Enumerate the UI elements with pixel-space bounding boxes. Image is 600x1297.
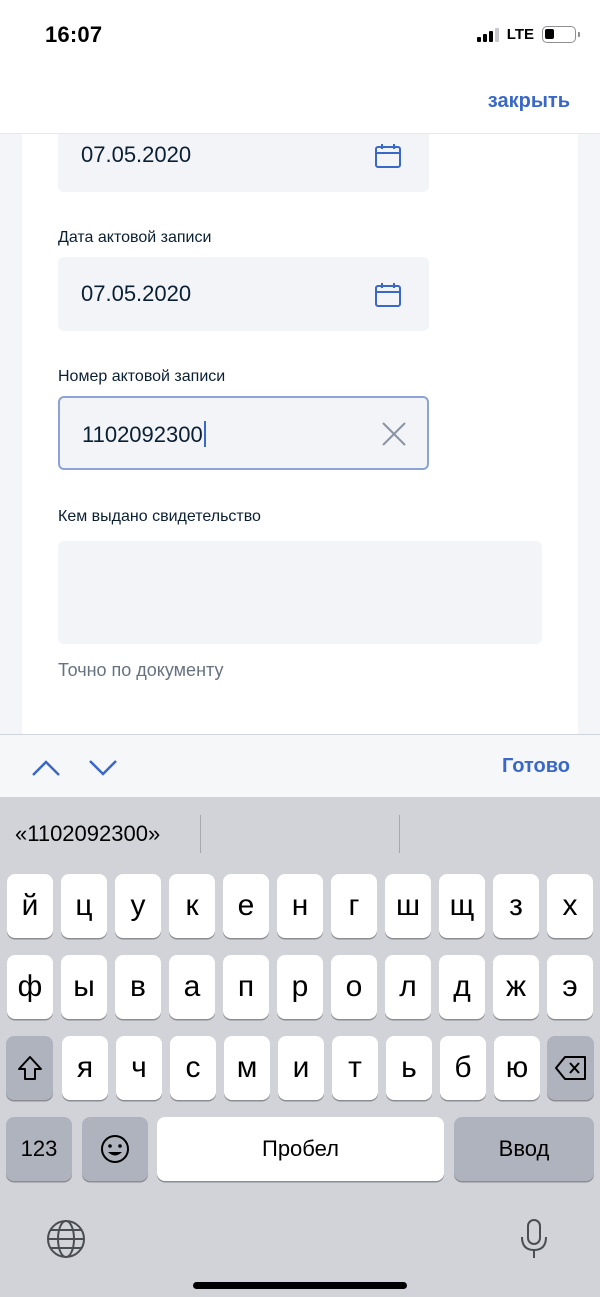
emoji-key[interactable] (82, 1117, 148, 1181)
letter-key[interactable]: ш (385, 874, 431, 938)
letter-key[interactable]: ч (116, 1036, 162, 1100)
done-button[interactable]: Готово (502, 755, 570, 778)
letter-key[interactable]: ю (494, 1036, 540, 1100)
text-caret (203, 421, 206, 447)
letter-key[interactable]: т (332, 1036, 378, 1100)
backspace-icon (554, 1056, 586, 1080)
letter-key[interactable]: а (169, 955, 215, 1019)
signal-icon (476, 27, 499, 42)
battery-icon (542, 26, 580, 43)
date-field-top-value: 07.05.2020 (81, 142, 192, 167)
globe-icon[interactable] (44, 1217, 88, 1261)
date-field-top[interactable]: 07.05.2020 (58, 134, 429, 192)
act-date-label: Дата актовой записи (58, 229, 212, 246)
act-number-label: Номер актовой записи (58, 368, 226, 385)
backspace-key[interactable] (547, 1036, 594, 1100)
keyboard-accessory-bar: Готово (0, 734, 600, 797)
letter-key[interactable]: я (62, 1036, 108, 1100)
letter-key[interactable]: л (385, 955, 431, 1019)
letter-key[interactable]: щ (439, 874, 485, 938)
chevron-down-icon[interactable] (87, 753, 119, 781)
letter-key[interactable]: г (331, 874, 377, 938)
letter-key[interactable]: и (278, 1036, 324, 1100)
calendar-icon[interactable] (374, 281, 402, 309)
shift-key[interactable] (6, 1036, 53, 1100)
letter-key[interactable]: п (223, 955, 269, 1019)
letter-key[interactable]: м (224, 1036, 270, 1100)
letter-key[interactable]: ф (7, 955, 53, 1019)
letter-key[interactable]: ь (386, 1036, 432, 1100)
letter-key[interactable]: х (547, 874, 593, 938)
issuer-hint: Точно по документу (58, 660, 224, 680)
network-type: LTE (506, 26, 534, 43)
issuer-textarea[interactable] (58, 541, 542, 644)
shift-icon (17, 1056, 42, 1080)
act-number-input[interactable]: 1102092300 (58, 396, 429, 470)
space-key[interactable]: Пробел (157, 1117, 444, 1181)
letter-key[interactable]: у (115, 874, 161, 938)
emoji-icon (101, 1135, 129, 1163)
letter-key[interactable]: с (170, 1036, 216, 1100)
act-date-field[interactable]: 07.05.2020 (58, 257, 429, 331)
suggestion-divider (200, 815, 201, 853)
letter-key[interactable]: р (277, 955, 323, 1019)
letter-key[interactable]: о (331, 955, 377, 1019)
suggestion-divider (399, 815, 400, 853)
act-number-value: 1102092300 (82, 421, 206, 448)
calendar-icon[interactable] (374, 142, 402, 170)
home-indicator (193, 1282, 407, 1289)
letter-key[interactable]: э (547, 955, 593, 1019)
status-indicators: LTE (476, 26, 580, 43)
letter-key[interactable]: б (440, 1036, 486, 1100)
numbers-key[interactable]: 123 (6, 1117, 72, 1181)
letter-key[interactable]: е (223, 874, 269, 938)
clear-icon[interactable] (380, 420, 408, 448)
letter-key[interactable]: з (493, 874, 539, 938)
letter-key[interactable]: ж (493, 955, 539, 1019)
letter-key[interactable]: к (169, 874, 215, 938)
close-button[interactable]: закрыть (488, 90, 570, 113)
letter-key[interactable]: ц (61, 874, 107, 938)
suggestion-item[interactable]: «1102092300» (15, 821, 160, 847)
status-bar: 16:07 LTE (0, 0, 600, 70)
return-key[interactable]: Ввод (454, 1117, 594, 1181)
keyboard: «1102092300» йцукенгшщзх фывапролджэ ячсми… (0, 797, 600, 1297)
letter-key[interactable]: в (115, 955, 161, 1019)
status-time: 16:07 (45, 22, 103, 47)
letter-key[interactable]: н (277, 874, 323, 938)
chevron-up-icon[interactable] (30, 753, 62, 781)
letter-key[interactable]: д (439, 955, 485, 1019)
suggestion-bar: «1102092300» (0, 797, 600, 869)
letter-key[interactable]: ы (61, 955, 107, 1019)
microphone-icon[interactable] (512, 1217, 556, 1261)
letter-key[interactable]: й (7, 874, 53, 938)
issuer-label: Кем выдано свидетельство (58, 508, 261, 525)
nav-bar: закрыть (0, 70, 600, 134)
act-date-value: 07.05.2020 (81, 281, 192, 306)
